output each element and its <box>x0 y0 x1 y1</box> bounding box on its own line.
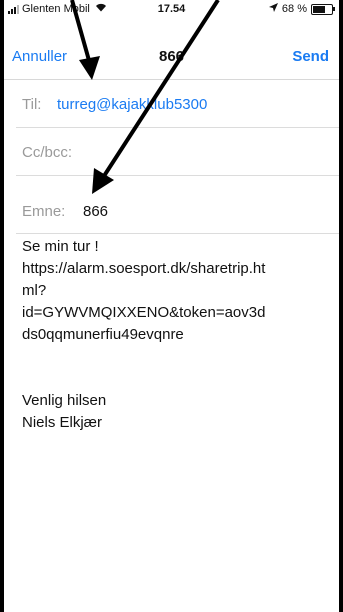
body-line: ml? <box>22 282 47 299</box>
subject-value[interactable]: 866 <box>83 203 108 220</box>
nav-bar: Annuller 866 Send <box>4 34 339 80</box>
to-field[interactable]: Til: turreg@kajakklub5300 <box>4 80 339 128</box>
battery-icon <box>311 3 335 15</box>
cc-bcc-label: Cc/bcc: <box>22 144 73 161</box>
body-line: ds0qqmunerfiu49evqnre <box>22 326 184 343</box>
to-recipient[interactable]: turreg@kajakklub5300 <box>57 96 207 113</box>
send-button[interactable]: Send <box>292 48 329 65</box>
signature-line: Niels Elkjær <box>22 414 103 431</box>
message-body[interactable]: Se min tur ! https://alarm.soesport.dk/s… <box>22 236 334 434</box>
body-line: id=GYWVMQIXXENO&token=aov3d <box>22 304 266 321</box>
status-bar: Glenten Mobil 17.54 68 % <box>4 0 339 20</box>
battery-percent: 68 % <box>281 3 307 15</box>
subject-field[interactable]: Emne: 866 <box>4 176 339 234</box>
location-icon <box>268 3 278 15</box>
subject-label: Emne: <box>22 203 66 220</box>
mail-compose-screen: Glenten Mobil 17.54 68 % Annuller 866 Se… <box>4 0 339 612</box>
nav-title: 866 <box>158 48 185 65</box>
body-line: https://alarm.soesport.dk/sharetrip.ht <box>22 260 266 277</box>
battery-group: 68 % <box>268 3 335 15</box>
to-label: Til: <box>22 96 42 113</box>
divider <box>16 233 339 234</box>
signature-line: Venlig hilsen <box>22 392 107 409</box>
body-line: Se min tur ! <box>22 238 99 255</box>
cc-bcc-field[interactable]: Cc/bcc: <box>4 128 339 176</box>
